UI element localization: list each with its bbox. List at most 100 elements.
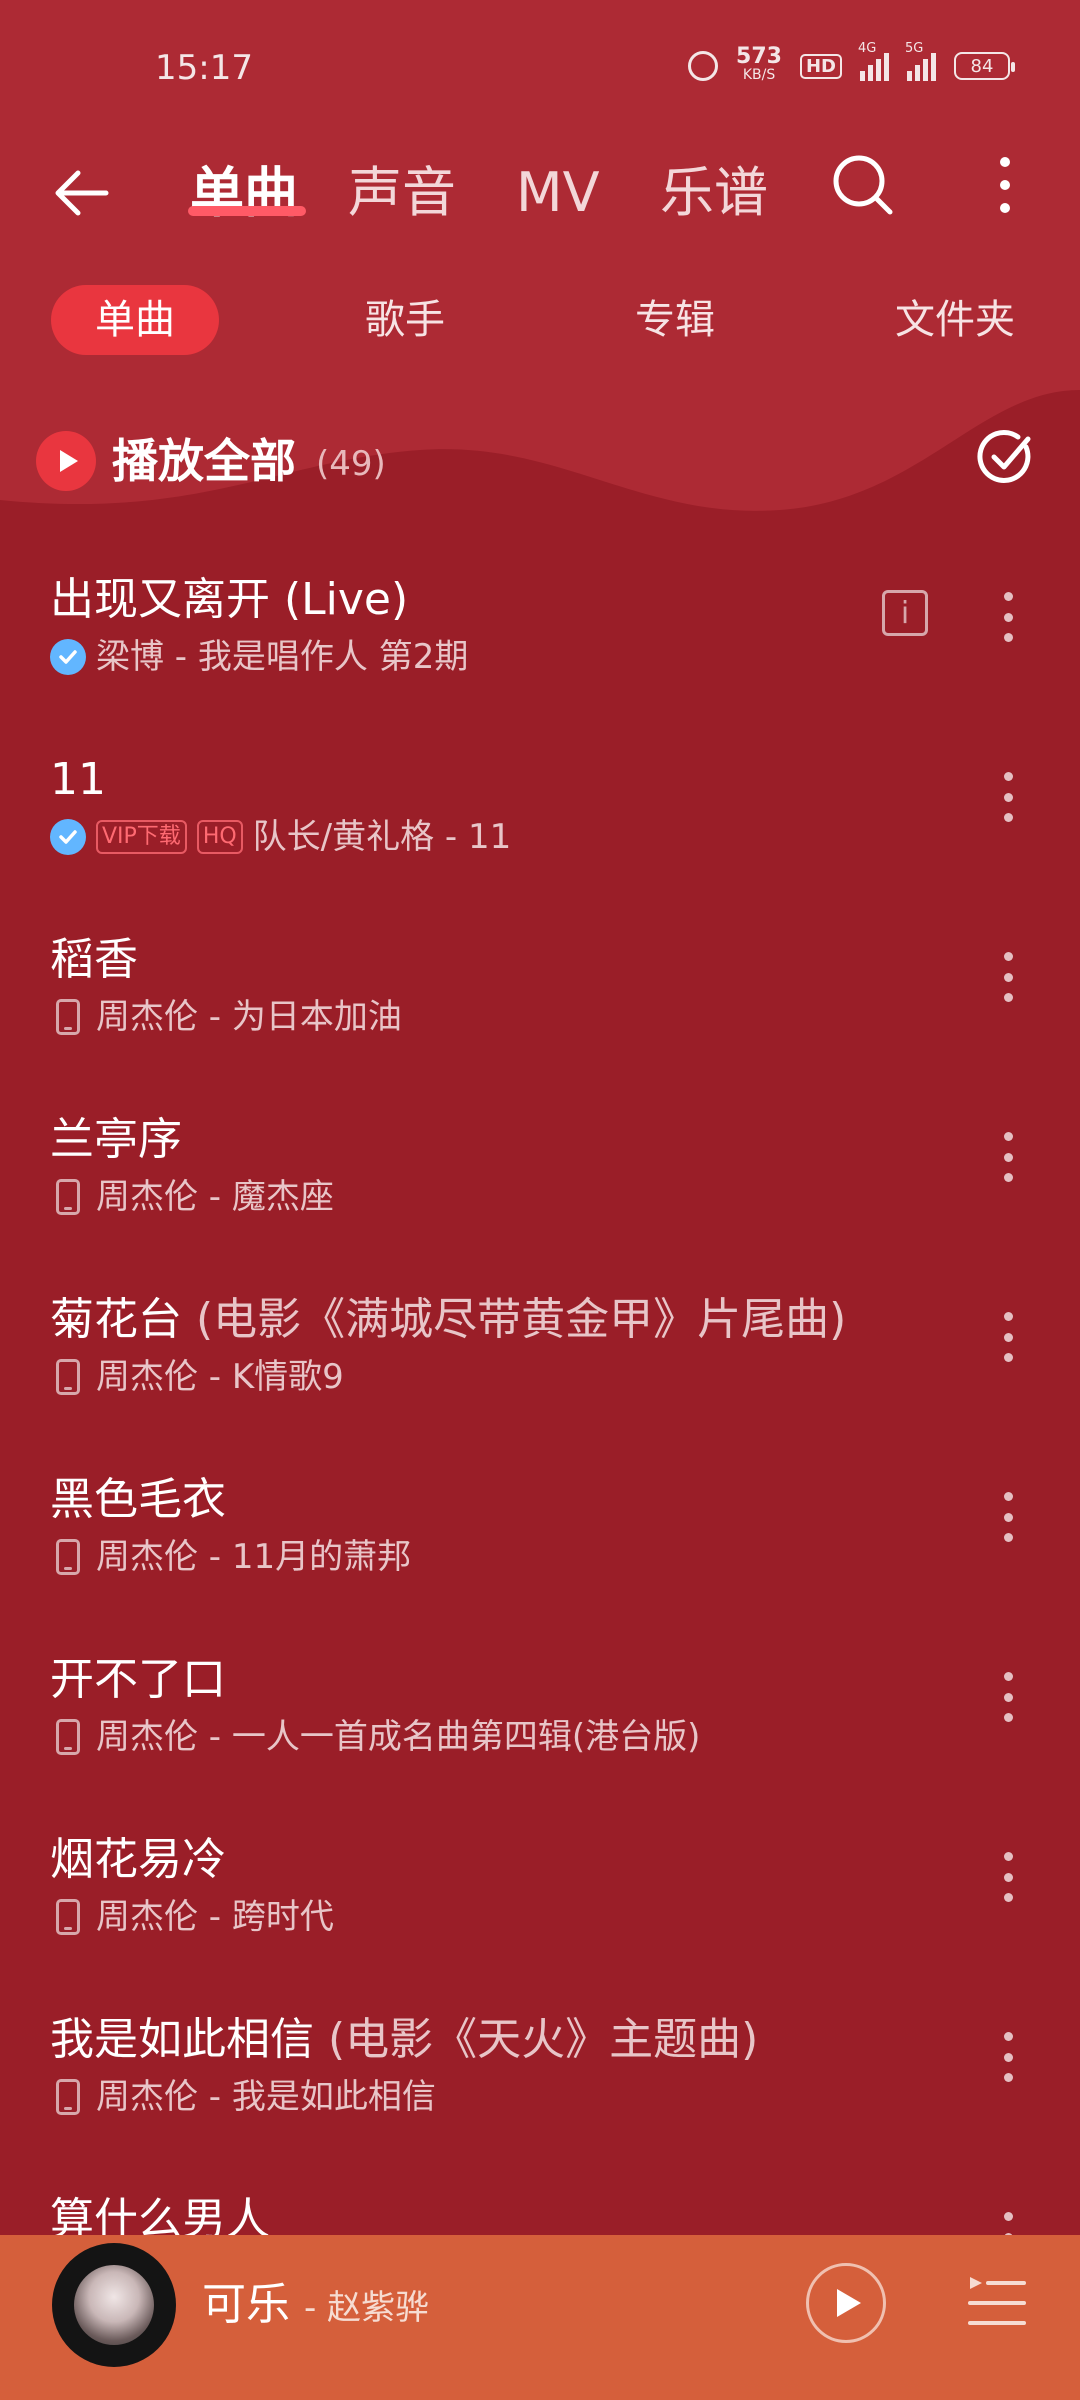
song-title: 稻香 [50, 930, 138, 990]
tab-songs[interactable]: 单曲 [190, 158, 298, 228]
song-artist-album: 梁博 - 我是唱作人 第2期 [96, 637, 469, 677]
net-speed-unit: KB/S [742, 67, 776, 83]
signal-5g-label: 5G [905, 41, 924, 56]
now-playing[interactable]: 可乐 - 赵紫骅 [202, 2275, 429, 2338]
song-title-text: 开不了口 [50, 1654, 226, 1705]
song-title: 黑色毛衣 [50, 1470, 226, 1530]
song-more-icon[interactable] [996, 1312, 1020, 1362]
sub-tabs: 单曲 歌手 专辑 文件夹 [0, 285, 1080, 365]
local-file-icon [56, 1899, 80, 1935]
local-file-icon [56, 1179, 80, 1215]
subtab-albums[interactable]: 专辑 [600, 285, 750, 355]
active-tab-indicator [188, 206, 306, 216]
song-title: 烟花易冷 [50, 1830, 226, 1890]
song-title-text: 菊花台 [50, 1294, 182, 1345]
album-disc[interactable] [52, 2243, 176, 2367]
song-more-icon[interactable] [996, 952, 1020, 1002]
net-speed-value: 573 [736, 44, 782, 69]
song-more-icon[interactable] [996, 2032, 1020, 2082]
mini-player[interactable]: 可乐 - 赵紫骅 [0, 2235, 1080, 2400]
song-subtitle: 周杰伦 - K情歌9 [50, 1352, 344, 1402]
search-icon[interactable] [830, 152, 896, 218]
info-icon[interactable]: i [882, 590, 928, 636]
album-art [74, 2265, 154, 2345]
song-more-icon[interactable] [996, 1492, 1020, 1542]
song-title: 菊花台 (电影《满城尽带黄金甲》片尾曲) [50, 1290, 846, 1350]
back-arrow-icon[interactable] [48, 158, 118, 228]
now-playing-artist: - 赵紫骅 [304, 2288, 430, 2328]
multi-select-icon[interactable] [974, 425, 1038, 489]
song-row[interactable]: 开不了口周杰伦 - 一人一首成名曲第四辑(港台版) [0, 1650, 1080, 1820]
local-file-icon [56, 2079, 80, 2115]
local-file-icon [56, 1719, 80, 1755]
song-row[interactable]: 稻香周杰伦 - 为日本加油 [0, 930, 1080, 1100]
alarm-icon [688, 51, 719, 81]
hd-icon: HD [799, 53, 842, 79]
song-subtitle: 梁博 - 我是唱作人 第2期 [50, 632, 468, 682]
song-more-icon[interactable] [996, 1672, 1020, 1722]
quality-badge: VIP下载 [96, 820, 187, 854]
subtab-artists[interactable]: 歌手 [330, 285, 480, 355]
song-title: 出现又离开 (Live) [50, 570, 408, 630]
song-row[interactable]: 我是如此相信 (电影《天火》主题曲) 周杰伦 - 我是如此相信 [0, 2010, 1080, 2180]
song-row[interactable]: 黑色毛衣周杰伦 - 11月的萧邦 [0, 1470, 1080, 1640]
tab-sounds[interactable]: 声音 [348, 158, 456, 228]
song-subtitle: 周杰伦 - 跨时代 [50, 1892, 334, 1942]
tab-mv[interactable]: MV [516, 158, 600, 228]
battery-level: 84 [970, 55, 994, 77]
song-subtitle: 周杰伦 - 一人一首成名曲第四辑(港台版) [50, 1712, 700, 1762]
more-menu-icon[interactable] [990, 152, 1020, 218]
play-all-count: (49) [316, 444, 386, 484]
song-subtitle: 周杰伦 - 11月的萧邦 [50, 1532, 411, 1582]
song-subtitle: 周杰伦 - 魔杰座 [50, 1172, 334, 1222]
song-row[interactable]: 菊花台 (电影《满城尽带黄金甲》片尾曲) 周杰伦 - K情歌9 [0, 1290, 1080, 1460]
status-time: 15:17 [155, 48, 253, 88]
song-subtitle: 周杰伦 - 为日本加油 [50, 992, 402, 1042]
battery-icon: 84 [954, 52, 1015, 80]
song-title: 开不了口 [50, 1650, 226, 1710]
song-row[interactable]: 兰亭序周杰伦 - 魔杰座 [0, 1110, 1080, 1280]
local-file-icon [56, 1359, 80, 1395]
downloaded-check-icon [50, 819, 86, 855]
song-artist-album: 队长/黄礼格 - 11 [252, 817, 512, 857]
song-title: 兰亭序 [50, 1110, 182, 1170]
song-title-text: 出现又离开 (Live) [50, 574, 409, 625]
song-artist-album: 周杰伦 - K情歌9 [96, 1357, 344, 1397]
song-title-text: 烟花易冷 [50, 1834, 226, 1885]
local-file-icon [56, 1539, 80, 1575]
player-play-button[interactable] [806, 2263, 886, 2343]
play-all-row[interactable]: 播放全部 (49) [0, 425, 1080, 495]
status-icons: 573 KB/S HD 4G 5G 84 [688, 41, 1015, 84]
song-title-text: 11 [50, 754, 106, 805]
song-title-extra: (电影《天火》主题曲) [328, 2014, 759, 2065]
song-artist-album: 周杰伦 - 魔杰座 [96, 1177, 334, 1217]
song-title-text: 黑色毛衣 [50, 1474, 226, 1525]
song-artist-album: 周杰伦 - 为日本加油 [96, 997, 402, 1037]
song-artist-album: 周杰伦 - 跨时代 [96, 1897, 334, 1937]
song-row[interactable]: 烟花易冷周杰伦 - 跨时代 [0, 1830, 1080, 2000]
song-title: 我是如此相信 (电影《天火》主题曲) [50, 2010, 758, 2070]
quality-badge: HQ [196, 820, 243, 854]
play-all-label[interactable]: 播放全部 [112, 431, 296, 491]
now-playing-title: 可乐 [202, 2279, 290, 2330]
song-title: 11 [50, 750, 106, 810]
song-row[interactable]: 出现又离开 (Live) 梁博 - 我是唱作人 第2期 i [0, 570, 1080, 740]
song-subtitle: 周杰伦 - 我是如此相信 [50, 2072, 436, 2122]
play-all-icon[interactable] [36, 431, 96, 491]
status-bar: 15:17 573 KB/S HD 4G 5G 84 [0, 0, 1080, 130]
playlist-icon[interactable] [966, 2271, 1028, 2333]
local-file-icon [56, 999, 80, 1035]
song-title-text: 我是如此相信 [50, 2014, 314, 2065]
song-artist-album: 周杰伦 - 一人一首成名曲第四辑(港台版) [96, 1717, 701, 1757]
song-row[interactable]: 11 VIP下载 HQ 队长/黄礼格 - 11 [0, 750, 1080, 920]
signal-4g-label: 4G [858, 41, 877, 56]
song-more-icon[interactable] [996, 1132, 1020, 1182]
song-more-icon[interactable] [996, 1852, 1020, 1902]
song-more-icon[interactable] [996, 772, 1020, 822]
song-title-text: 稻香 [50, 934, 138, 985]
subtab-songs[interactable]: 单曲 [51, 285, 219, 355]
signal-4g-icon: 4G [858, 41, 889, 81]
subtab-folders[interactable]: 文件夹 [870, 285, 1040, 355]
song-more-icon[interactable] [996, 592, 1020, 642]
tab-scores[interactable]: 乐谱 [660, 158, 768, 228]
